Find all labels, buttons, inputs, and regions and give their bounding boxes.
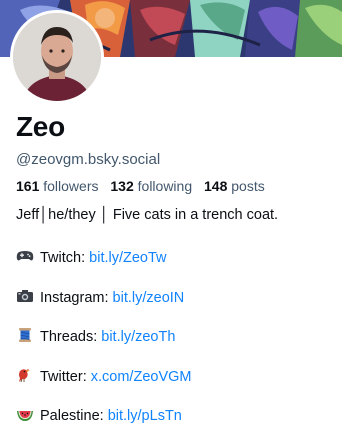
followers-count: 161 bbox=[16, 178, 40, 194]
threads-link[interactable]: bit.ly/zeoTh bbox=[101, 329, 175, 345]
bird-icon bbox=[16, 367, 34, 383]
bio-link-row: Palestine: bit.ly/pLsTn bbox=[16, 406, 182, 424]
bio-link-row: Twitch: bit.ly/ZeoTw bbox=[16, 248, 167, 266]
camera-icon bbox=[16, 288, 34, 304]
handle: @zeovgm.bsky.social bbox=[16, 151, 161, 168]
twitter-label: Twitter: bbox=[40, 369, 87, 385]
profile-page: Zeo @zeovgm.bsky.social 161 followers 13… bbox=[0, 0, 342, 424]
following-label: following bbox=[137, 178, 193, 194]
avatar[interactable] bbox=[10, 10, 104, 104]
bio-link-row: Threads: bit.ly/zeoTh bbox=[16, 327, 175, 345]
twitch-label: Twitch: bbox=[40, 250, 86, 266]
posts-label: posts bbox=[231, 178, 265, 194]
followers-link[interactable]: 161 followers bbox=[16, 178, 99, 194]
bio-link-row: Instagram: bit.ly/zeoIN bbox=[16, 288, 184, 306]
following-count: 132 bbox=[110, 178, 134, 194]
display-name: Zeo bbox=[16, 111, 65, 142]
profile-stats: 161 followers 132 following 148 posts bbox=[16, 178, 273, 194]
followers-label: followers bbox=[43, 178, 99, 194]
avatar-portrait bbox=[13, 13, 101, 101]
posts-count: 148 bbox=[204, 178, 228, 194]
bio-intro: Jeff│he/they │ Five cats in a trench coa… bbox=[16, 207, 279, 223]
bio-link-row: Twitter: x.com/ZeoVGM bbox=[16, 367, 191, 385]
palestine-link[interactable]: bit.ly/pLsTn bbox=[108, 408, 182, 424]
twitter-link[interactable]: x.com/ZeoVGM bbox=[91, 369, 192, 385]
instagram-link[interactable]: bit.ly/zeoIN bbox=[113, 290, 185, 306]
instagram-label: Instagram: bbox=[40, 290, 109, 306]
threads-label: Threads: bbox=[40, 329, 98, 345]
twitch-link[interactable]: bit.ly/ZeoTw bbox=[89, 250, 166, 266]
palestine-label: Palestine: bbox=[40, 408, 104, 424]
gamepad-icon bbox=[16, 248, 34, 264]
avatar-photo bbox=[13, 13, 101, 101]
thread-spool-icon bbox=[16, 327, 34, 343]
following-link[interactable]: 132 following bbox=[110, 178, 192, 194]
posts-stat: 148 posts bbox=[204, 178, 265, 194]
watermelon-icon bbox=[16, 406, 34, 422]
